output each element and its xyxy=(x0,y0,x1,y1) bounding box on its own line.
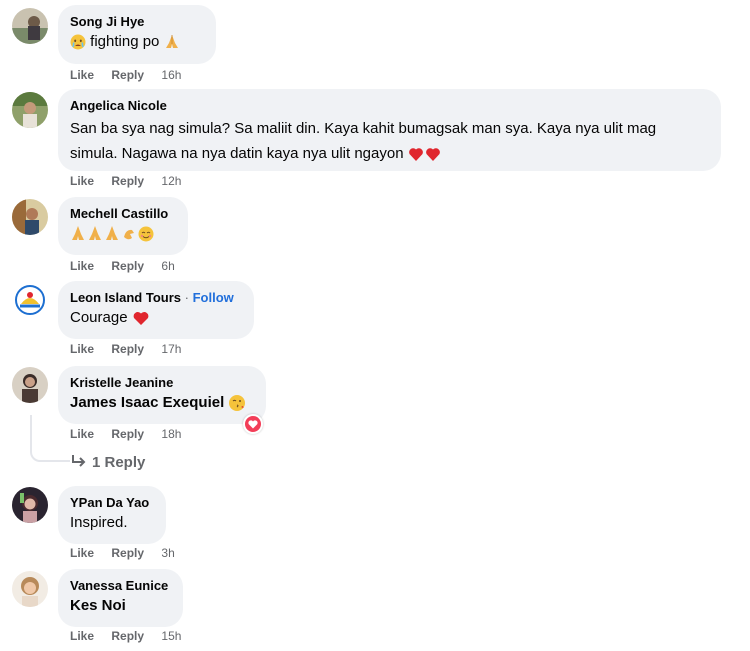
like-button[interactable]: Like xyxy=(70,341,94,357)
like-button[interactable]: Like xyxy=(70,545,94,561)
comment-text-body: Courage xyxy=(70,309,128,326)
kissing-face-icon xyxy=(229,395,246,412)
view-replies-button[interactable]: 1 Reply xyxy=(70,453,145,473)
avatar[interactable] xyxy=(12,199,48,235)
comment-text xyxy=(70,224,176,244)
avatar[interactable] xyxy=(12,571,48,607)
comment-text: fighting po xyxy=(70,32,204,52)
comment-time[interactable]: 18h xyxy=(161,426,181,442)
comment-time[interactable]: 6h xyxy=(161,258,174,274)
avatar[interactable] xyxy=(12,92,48,128)
comment-text: James Isaac Exequiel xyxy=(70,393,254,413)
like-button[interactable]: Like xyxy=(70,173,94,189)
comment-time[interactable]: 12h xyxy=(161,173,181,189)
like-button[interactable]: Like xyxy=(70,67,94,83)
comment-author[interactable]: Vanessa Eunice xyxy=(70,577,171,594)
reply-button[interactable]: Reply xyxy=(111,67,144,83)
like-button[interactable]: Like xyxy=(70,258,94,274)
replies-count: 1 Reply xyxy=(92,454,146,471)
comment-author[interactable]: Song Ji Hye xyxy=(70,13,204,30)
comment-time[interactable]: 3h xyxy=(161,545,174,561)
comment-actions: Like Reply 18h xyxy=(70,426,181,442)
like-button[interactable]: Like xyxy=(70,628,94,644)
avatar[interactable] xyxy=(12,282,48,318)
comment-actions: Like Reply 15h xyxy=(70,628,181,644)
red-hearts-icon xyxy=(408,148,440,162)
comment-author[interactable]: YPan Da Yao xyxy=(70,494,154,511)
comment-actions: Like Reply 17h xyxy=(70,341,181,357)
reply-button[interactable]: Reply xyxy=(111,173,144,189)
avatar-image xyxy=(12,199,48,235)
comment-bubble: Kristelle Jeanine James Isaac Exequiel xyxy=(58,366,266,424)
comment-author-row: Leon Island Tours · Follow xyxy=(70,289,242,306)
comment-actions: Like Reply 6h xyxy=(70,258,175,274)
reply-button[interactable]: Reply xyxy=(111,341,144,357)
crying-face-icon xyxy=(70,34,86,50)
comment-time[interactable]: 17h xyxy=(161,341,181,357)
comment-time[interactable]: 15h xyxy=(161,628,181,644)
folded-hands-icon xyxy=(165,35,178,49)
comment-text-body: fighting po xyxy=(90,33,160,50)
comment-bubble: Song Ji Hye fighting po xyxy=(58,5,216,64)
comment-bubble: Leon Island Tours · Follow Courage xyxy=(58,281,254,339)
avatar-image xyxy=(12,8,48,44)
reply-button[interactable]: Reply xyxy=(111,628,144,644)
follow-separator: · xyxy=(184,290,189,305)
comment-actions: Like Reply 16h xyxy=(70,67,181,83)
reply-button[interactable]: Reply xyxy=(111,258,144,274)
reply-thread-line xyxy=(30,415,70,462)
avatar-image xyxy=(12,92,48,128)
reply-arrow-icon xyxy=(72,455,86,467)
reply-button[interactable]: Reply xyxy=(111,426,144,442)
comment-author[interactable]: Angelica Nicole xyxy=(70,97,709,114)
avatar[interactable] xyxy=(12,8,48,44)
comment-bubble: Angelica Nicole San ba sya nag simula? S… xyxy=(58,89,721,171)
reply-button[interactable]: Reply xyxy=(111,545,144,561)
comment-bubble: YPan Da Yao Inspired. xyxy=(58,486,166,544)
comment-bubble: Vanessa Eunice Kes Noi xyxy=(58,569,183,627)
comment-author[interactable]: Leon Island Tours xyxy=(70,290,181,305)
follow-button[interactable]: Follow xyxy=(193,290,234,305)
comment-actions: Like Reply 3h xyxy=(70,545,175,561)
avatar-image xyxy=(12,487,48,523)
comment-text: Courage xyxy=(70,308,242,328)
mention-link[interactable]: James Isaac Exequiel xyxy=(70,394,224,411)
comment-author[interactable]: Kristelle Jeanine xyxy=(70,374,254,391)
avatar[interactable] xyxy=(12,367,48,403)
red-heart-icon xyxy=(133,312,149,326)
like-button[interactable]: Like xyxy=(70,426,94,442)
comment-text: Inspired. xyxy=(70,514,128,531)
comment-text: San ba sya nag simula? Sa maliit din. Ka… xyxy=(70,116,700,166)
comment-bubble: Mechell Castillo xyxy=(58,197,188,255)
heart-icon xyxy=(245,416,261,432)
avatar[interactable] xyxy=(12,487,48,523)
emoji-reactions-icon xyxy=(72,226,154,242)
avatar-image xyxy=(12,367,48,403)
page-logo-icon xyxy=(12,282,48,318)
reaction-badge[interactable] xyxy=(243,414,263,434)
comment-actions: Like Reply 12h xyxy=(70,173,181,189)
comment-text-body: San ba sya nag simula? Sa maliit din. Ka… xyxy=(70,120,657,162)
comment-author[interactable]: Mechell Castillo xyxy=(70,205,176,222)
mention-link[interactable]: Kes Noi xyxy=(70,596,171,616)
comment-time[interactable]: 16h xyxy=(161,67,181,83)
avatar-image xyxy=(12,571,48,607)
